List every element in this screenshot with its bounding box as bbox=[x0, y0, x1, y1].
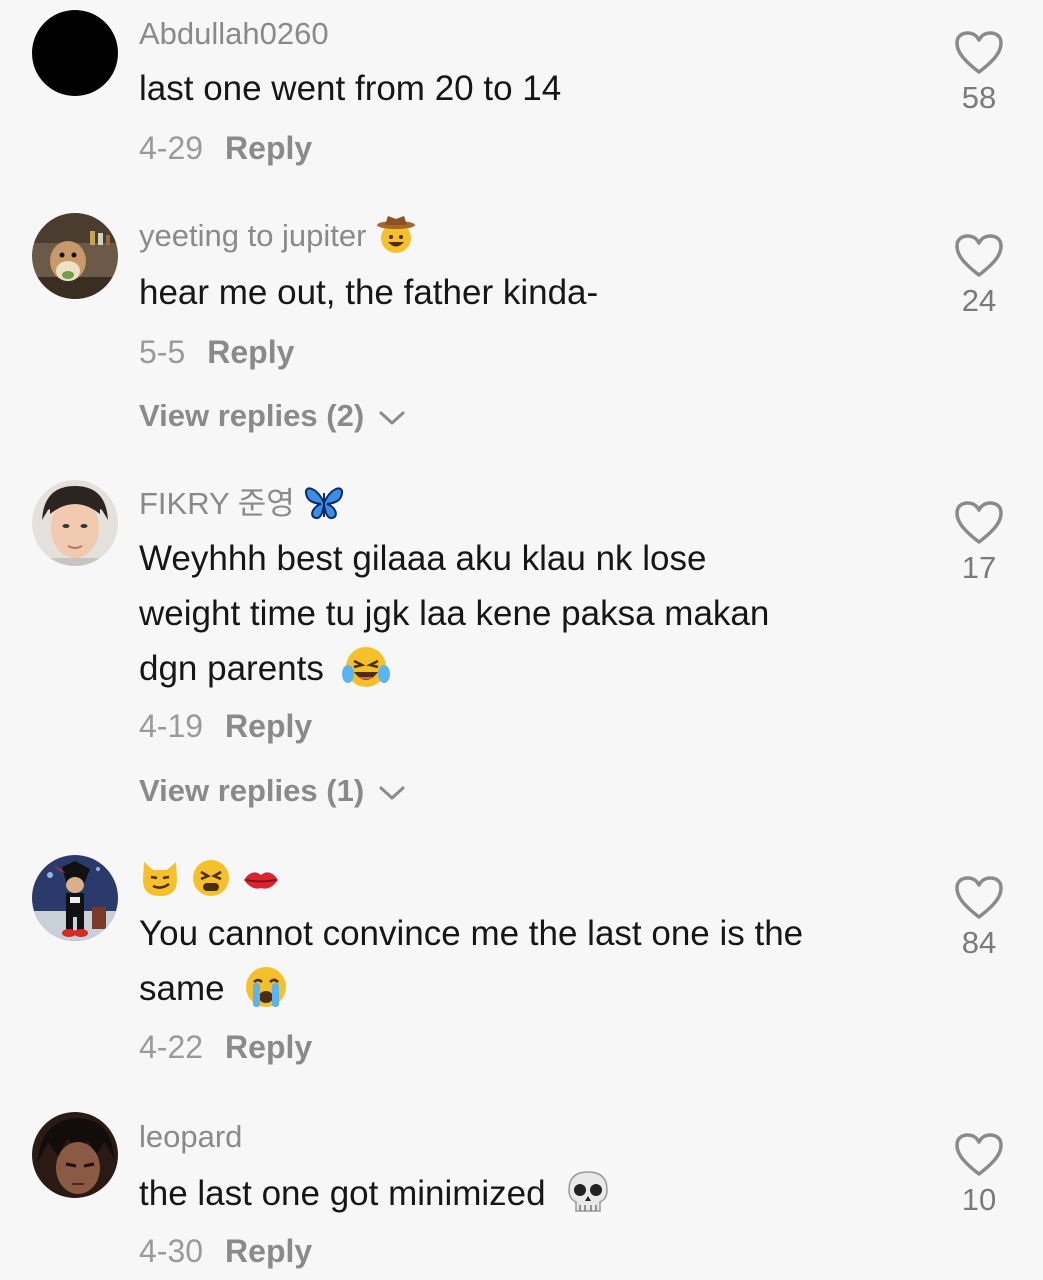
comment-meta: 4-29 Reply bbox=[139, 132, 312, 164]
skull-emoji-icon bbox=[568, 1170, 609, 1212]
avatar[interactable] bbox=[32, 10, 118, 96]
comment-text: last one went from 20 to 14 bbox=[139, 69, 562, 108]
like-button[interactable]: 17 bbox=[948, 500, 1010, 583]
comment-meta: 4-22 Reply bbox=[139, 1031, 312, 1063]
laughing-tears-emoji-icon bbox=[341, 646, 390, 687]
like-count: 10 bbox=[961, 1182, 997, 1217]
avatar-image bbox=[32, 855, 118, 941]
like-count: 24 bbox=[961, 283, 997, 318]
kiss-mark-emoji-icon bbox=[244, 872, 279, 889]
like-button[interactable]: 58 bbox=[948, 30, 1010, 113]
comment-date: 4-22 bbox=[139, 1029, 204, 1065]
chevron-down-icon bbox=[379, 411, 405, 425]
reply-button[interactable]: Reply bbox=[225, 1233, 312, 1269]
comment-username[interactable]: yeeting to jupiter bbox=[139, 215, 417, 255]
comment-text: hear me out, the father kinda- bbox=[139, 273, 599, 312]
butterfly-emoji-icon bbox=[305, 487, 344, 519]
comment-username[interactable]: Abdullah0260 bbox=[139, 18, 329, 49]
view-replies-button[interactable]: View replies (2) bbox=[139, 400, 405, 431]
cowboy-emoji-icon bbox=[377, 215, 416, 253]
like-count: 84 bbox=[961, 925, 997, 960]
reply-button[interactable]: Reply bbox=[207, 334, 294, 370]
comment-username[interactable] bbox=[139, 858, 282, 898]
like-count: 17 bbox=[961, 550, 997, 585]
avatar[interactable] bbox=[32, 1112, 118, 1198]
like-button[interactable]: 84 bbox=[948, 875, 1010, 958]
heart-icon[interactable] bbox=[954, 30, 1004, 76]
comment-meta: 4-30 Reply bbox=[139, 1235, 312, 1267]
comment-text: Weyhhh best gilaaa aku klau nk lose weig… bbox=[139, 539, 770, 688]
crying-emoji-icon bbox=[246, 966, 287, 1007]
like-button[interactable]: 24 bbox=[948, 233, 1010, 316]
reply-button[interactable]: Reply bbox=[225, 708, 312, 744]
heart-icon[interactable] bbox=[954, 500, 1004, 546]
comment-date: 4-30 bbox=[139, 1233, 204, 1269]
avatar[interactable] bbox=[32, 855, 118, 941]
like-count: 58 bbox=[961, 80, 997, 115]
view-replies-button[interactable]: View replies (1) bbox=[139, 775, 405, 806]
heart-icon[interactable] bbox=[954, 233, 1004, 279]
comment-text: You cannot convince me the last one is t… bbox=[139, 914, 804, 1008]
chevron-down-icon bbox=[379, 786, 405, 800]
smirk-cat-emoji-icon bbox=[143, 862, 177, 896]
reply-button[interactable]: Reply bbox=[225, 130, 312, 166]
avatar-image bbox=[32, 480, 118, 566]
comment-date: 5-5 bbox=[139, 334, 186, 370]
tired-face-emoji-icon bbox=[192, 860, 229, 896]
comment-username[interactable]: FIKRY 준영 bbox=[139, 487, 345, 523]
comment-date: 4-29 bbox=[139, 130, 204, 166]
comment-meta: 5-5 Reply bbox=[139, 336, 294, 368]
like-button[interactable]: 10 bbox=[948, 1132, 1010, 1215]
heart-icon[interactable] bbox=[954, 875, 1004, 921]
comment-username[interactable]: leopard bbox=[139, 1121, 242, 1152]
comment-date: 4-19 bbox=[139, 708, 204, 744]
avatar[interactable] bbox=[32, 213, 118, 299]
avatar-image bbox=[32, 213, 118, 299]
comment-text: the last one got minimized bbox=[139, 1166, 909, 1221]
avatar[interactable] bbox=[32, 480, 118, 566]
reply-button[interactable]: Reply bbox=[225, 1029, 312, 1065]
comment-meta: 4-19 Reply bbox=[139, 710, 312, 742]
avatar-image bbox=[32, 1112, 118, 1198]
heart-icon[interactable] bbox=[954, 1132, 1004, 1178]
